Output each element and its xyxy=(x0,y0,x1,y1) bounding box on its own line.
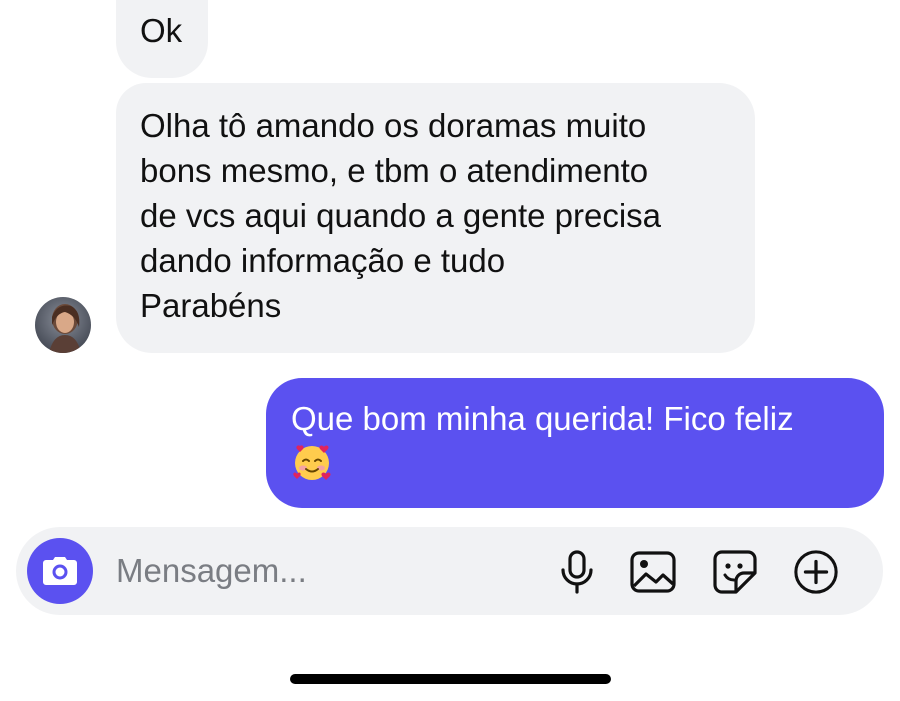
gallery-button[interactable] xyxy=(630,549,676,595)
incoming-message-bubble[interactable]: Ok xyxy=(116,0,208,78)
image-icon xyxy=(630,551,676,593)
message-text: Ok xyxy=(140,12,183,49)
sticker-icon xyxy=(713,550,757,594)
smiling-face-with-hearts-icon xyxy=(291,441,333,494)
message-text-line: Que bom minha querida! Fico feliz xyxy=(291,400,794,437)
outgoing-message-bubble[interactable]: Que bom minha querida! Fico feliz xyxy=(266,378,884,508)
message-text-line: dando informação e tudo xyxy=(140,242,506,279)
camera-icon xyxy=(43,557,77,585)
contact-avatar[interactable] xyxy=(35,297,91,353)
chat-screen: Ok Olha tô amando os doramas muito bons … xyxy=(0,0,900,701)
message-text-line: de vcs aqui quando a gente precisa xyxy=(140,197,662,234)
message-composer xyxy=(16,527,883,615)
plus-circle-icon xyxy=(794,550,838,594)
message-text-line: bons mesmo, e tbm o atendimento xyxy=(140,152,649,189)
incoming-message-bubble[interactable]: Olha tô amando os doramas muito bons mes… xyxy=(116,83,755,353)
home-indicator[interactable] xyxy=(290,674,611,684)
sticker-button[interactable] xyxy=(712,549,758,595)
microphone-button[interactable] xyxy=(554,549,600,595)
message-text-line: Olha tô amando os doramas muito xyxy=(140,107,647,144)
message-input[interactable] xyxy=(116,527,536,615)
avatar-photo xyxy=(35,297,91,353)
microphone-icon xyxy=(561,550,593,594)
camera-button[interactable] xyxy=(27,538,93,604)
message-text-line: Parabéns xyxy=(140,287,282,324)
add-button[interactable] xyxy=(793,549,839,595)
